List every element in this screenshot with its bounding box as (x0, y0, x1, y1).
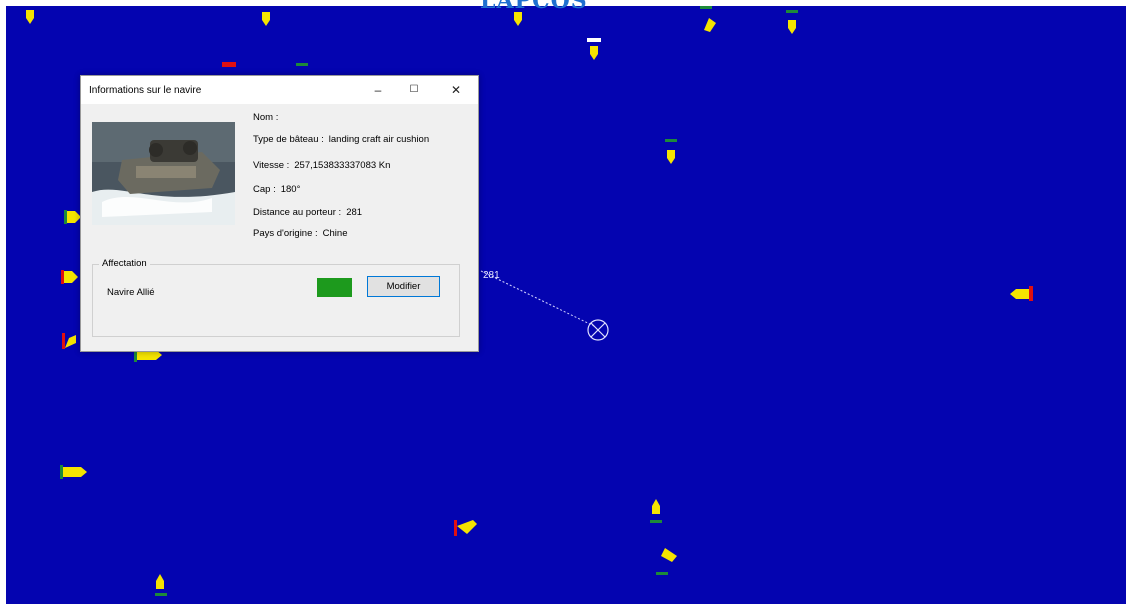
ship-marker[interactable] (650, 499, 662, 523)
ship-marker[interactable] (1010, 286, 1033, 301)
ship-marker[interactable] (454, 520, 477, 536)
ship-marker[interactable] (656, 548, 677, 575)
assignment-group: Affectation Navire Allié Modifier (92, 258, 460, 337)
type-label: Type de bâteau : (253, 134, 324, 145)
carrier-marker[interactable] (587, 319, 609, 341)
ship-marker[interactable] (61, 270, 78, 284)
ship-marker[interactable] (786, 10, 798, 34)
speed-field: Vitesse : 257,153833337083 Kn (253, 160, 390, 171)
ship-marker[interactable] (222, 62, 236, 67)
minimize-button[interactable]: – (363, 80, 393, 100)
name-label: Nom : (253, 112, 279, 123)
type-field: Type de bâteau : landing craft air cushio… (253, 134, 429, 145)
dialog-title: Informations sur le navire (89, 85, 202, 96)
app-title: LAPCOS (480, 0, 588, 14)
modify-button[interactable]: Modifier (367, 276, 440, 297)
country-value: Chine (322, 228, 348, 239)
ship-marker[interactable] (262, 12, 270, 26)
heading-value: 180° (280, 184, 301, 195)
ship-info-dialog[interactable]: Informations sur le navire – ☐ ✕ Nom : T… (80, 75, 479, 352)
ship-marker[interactable] (665, 139, 677, 164)
country-field: Pays d'origine : Chine (253, 228, 347, 239)
speed-label: Vitesse : (253, 160, 290, 171)
heading-field: Cap : 180° (253, 184, 300, 195)
distance-label: Distance au porteur : (253, 207, 342, 218)
maximize-button[interactable]: ☐ (399, 80, 429, 100)
ship-marker[interactable] (64, 210, 81, 224)
ship-marker[interactable] (155, 574, 167, 596)
distance-field: Distance au porteur : 281 (253, 207, 362, 218)
ship-marker[interactable] (587, 38, 601, 60)
close-button[interactable]: ✕ (441, 80, 471, 100)
country-label: Pays d'origine : (253, 228, 318, 239)
assignment-legend: Affectation (99, 258, 150, 269)
distance-value: 281 (346, 207, 363, 218)
ship-marker[interactable] (514, 12, 522, 26)
assignment-status: Navire Allié (107, 287, 155, 298)
ship-marker[interactable] (60, 465, 87, 479)
ship-marker[interactable] (700, 6, 716, 32)
speed-value: 257,153833337083 Kn (294, 160, 391, 171)
assignment-color-swatch (317, 278, 352, 297)
ship-marker[interactable] (26, 10, 34, 24)
dialog-titlebar[interactable]: Informations sur le navire – ☐ ✕ (81, 76, 478, 104)
heading-label: Cap : (253, 184, 276, 195)
ship-photo (92, 122, 235, 225)
ship-marker[interactable] (62, 333, 76, 349)
type-value: landing craft air cushion (328, 134, 430, 145)
name-field: Nom : (253, 112, 283, 123)
distance-map-label: 281 (483, 270, 500, 281)
ship-marker[interactable] (296, 63, 308, 66)
